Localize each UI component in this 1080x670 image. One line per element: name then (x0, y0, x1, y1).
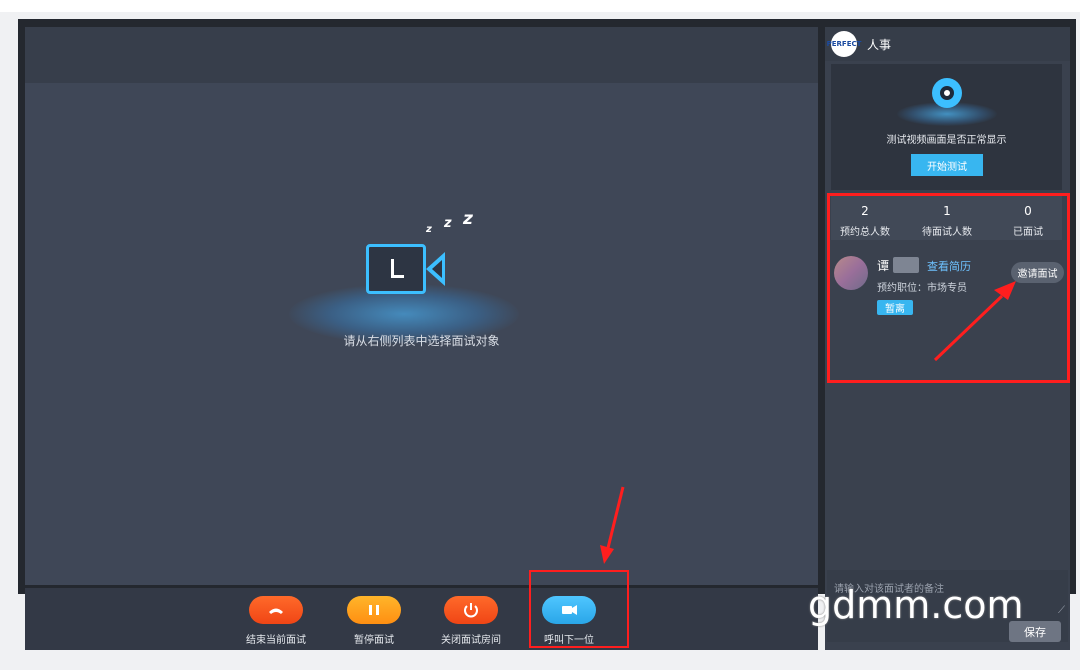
arrow-to-call-next (600, 486, 625, 564)
annotation-arrows (600, 281, 1016, 564)
arrow-to-invite (933, 281, 1016, 362)
